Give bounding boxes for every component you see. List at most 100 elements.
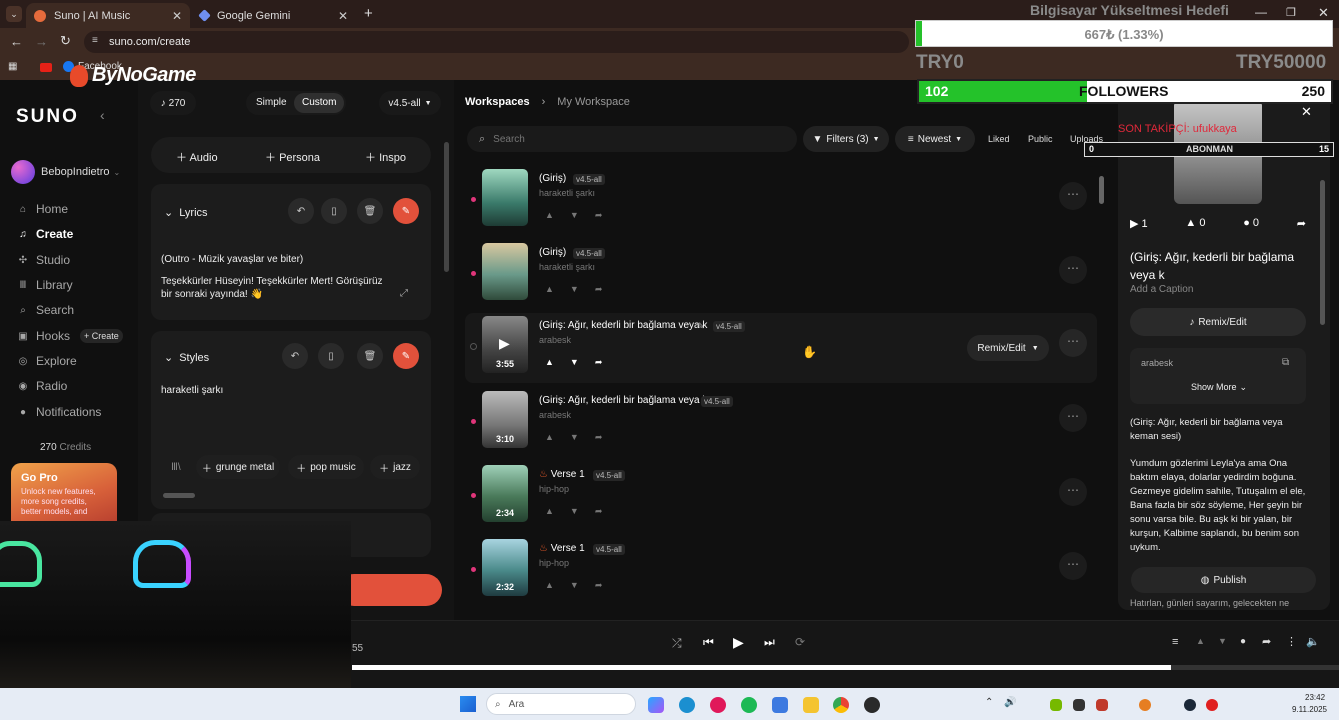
minimize-icon[interactable]: — [1255, 5, 1267, 19]
collapse-sidebar-icon[interactable]: ‹ [100, 107, 105, 123]
thumbs-up-icon[interactable]: ▲ [545, 580, 570, 590]
song-title[interactable]: (Giriş: Ağır, kederli bir bağlama veya k [539, 395, 707, 406]
close-tab-icon[interactable]: ✕ [338, 9, 348, 23]
thumbs-down-icon[interactable]: ▼ [570, 210, 595, 220]
likes-stat[interactable]: ▲ 0 [1185, 217, 1205, 235]
close-detail-icon[interactable]: ✕ [1301, 104, 1312, 120]
apps-icon[interactable]: ▦ [8, 61, 17, 72]
list-scrollbar[interactable] [1099, 176, 1104, 204]
taskbar-search[interactable]: ⌕ Ara [486, 693, 636, 715]
thumbs-up-icon[interactable]: ▲ [545, 357, 570, 367]
tab-gemini[interactable]: Google Gemini ✕ [192, 3, 356, 28]
song-genre[interactable]: hip-hop [539, 484, 569, 494]
breadcrumb-current[interactable]: My Workspace [557, 96, 630, 108]
copy-button[interactable]: ▯ [321, 198, 347, 224]
list-item[interactable]: (Giriş) v4.5-all haraketli şarkı ▲▼➦ ⋯ [465, 240, 1097, 310]
maximize-icon[interactable]: ❐ [1286, 6, 1296, 19]
next-icon[interactable]: ⏭ [764, 635, 775, 650]
youtube-bookmark-icon[interactable] [40, 63, 52, 72]
delete-button[interactable]: 🗑 [357, 343, 383, 369]
create-button[interactable] [338, 574, 442, 606]
comments-stat[interactable]: ● 0 [1243, 217, 1259, 235]
magic-wand-button[interactable]: ✎ [393, 198, 419, 224]
start-icon[interactable] [460, 696, 476, 712]
mode-custom-button[interactable]: Custom [294, 93, 345, 113]
back-icon[interactable]: ← [10, 34, 23, 49]
song-cover[interactable] [482, 243, 528, 300]
sidebar-item-hooks[interactable]: ▣ Hooks + Create [18, 329, 123, 343]
hooks-create-button[interactable]: + Create [80, 329, 123, 343]
styles-toggle[interactable]: ⌄ Styles [164, 351, 209, 364]
sidebar-item-radio[interactable]: ◉ Radio [18, 379, 68, 393]
thumbs-down-icon[interactable]: ▼ [570, 432, 595, 442]
horizontal-scrollbar[interactable] [163, 493, 195, 498]
thumbs-up-icon[interactable]: ▲ [1196, 636, 1205, 646]
share-icon[interactable]: ➦ [595, 506, 619, 516]
tray-app-icon[interactable] [1096, 699, 1108, 711]
add-persona-button[interactable]: ＋ Persona [265, 149, 320, 165]
play-icon[interactable]: ▶ [499, 335, 510, 352]
share-icon[interactable]: ➦ [595, 284, 619, 294]
lyrics-text[interactable]: (Outro - Müzik yavaşlar ve biter) Teşekk… [161, 253, 386, 301]
more-options-button[interactable]: ⋯ [1059, 256, 1087, 284]
share-icon[interactable]: ➦ [595, 580, 619, 590]
repeat-icon[interactable]: ⟳ [795, 635, 805, 649]
chrome-icon[interactable] [833, 697, 849, 713]
filters-button[interactable]: ▼ Filters (3) ▼ [803, 126, 889, 152]
queue-icon[interactable]: ≡ [1172, 636, 1178, 648]
obs-icon[interactable] [864, 697, 880, 713]
song-cover[interactable] [482, 169, 528, 226]
undo-button[interactable]: ↶ [282, 343, 308, 369]
thumbs-down-icon[interactable]: ▼ [570, 506, 595, 516]
remix-edit-button[interactable]: Remix/Edit ▼ [967, 335, 1049, 361]
reload-icon[interactable]: ↻ [60, 33, 71, 49]
mode-simple-button[interactable]: Simple [256, 97, 287, 108]
list-item[interactable]: 2:34 ♨ Verse 1 v4.5-all hip-hop ▲▼➦ ⋯ [465, 462, 1097, 532]
styles-text[interactable]: haraketli şarkı [161, 385, 223, 396]
thumbs-down-icon[interactable]: ▼ [570, 580, 595, 590]
song-genre[interactable]: hip-hop [539, 558, 569, 568]
comment-icon[interactable]: ● [1240, 636, 1246, 647]
go-pro-card[interactable]: Go Pro Unlock new features, more song cr… [11, 463, 117, 523]
thumbs-up-icon[interactable]: ▲ [545, 210, 570, 220]
copy-button[interactable]: ▯ [318, 343, 344, 369]
song-genre[interactable]: arabesk [539, 335, 571, 345]
share-icon[interactable]: ➦ [595, 210, 619, 220]
steam-icon[interactable] [1184, 699, 1196, 711]
list-item[interactable]: 2:32 ♨ Verse 1 v4.5-all hip-hop ▲▼➦ ⋯ [465, 536, 1097, 606]
model-selector[interactable]: v4.5-all ▼ [379, 91, 441, 115]
song-title[interactable]: (Giriş) [539, 173, 566, 184]
song-title[interactable]: (Giriş: Ağır, kederli bir bağlama veya k [539, 320, 707, 331]
spotify-icon[interactable] [741, 697, 757, 713]
show-more-button[interactable]: Show More ⌄ [1191, 382, 1247, 393]
close-window-icon[interactable]: ✕ [1318, 5, 1329, 21]
copilot-icon[interactable] [648, 697, 664, 713]
thumbs-down-icon[interactable]: ▼ [570, 284, 595, 294]
user-profile[interactable]: BebopIndietro ⌄ [11, 160, 120, 184]
detail-remix-button[interactable]: ♪ Remix/Edit [1130, 308, 1306, 336]
share-icon[interactable]: ➦ [1297, 217, 1306, 235]
public-filter[interactable]: Public [1028, 134, 1053, 144]
song-title[interactable]: ♨ Verse 1 [539, 543, 585, 554]
song-title[interactable]: (Giriş) [539, 247, 566, 258]
list-item[interactable]: (Giriş) v4.5-all haraketli şarkı ▲▼➦ ⋯ [465, 166, 1097, 236]
vertical-scrollbar[interactable] [444, 142, 449, 272]
thumbs-up-icon[interactable]: ▲ [545, 432, 570, 442]
thumbs-up-icon[interactable]: ▲ [545, 284, 570, 294]
detail-scrollbar[interactable] [1320, 180, 1325, 325]
expand-icon[interactable]: ⤢ [400, 288, 408, 299]
add-inspo-button[interactable]: ＋ Inspo [365, 149, 406, 165]
media-icon[interactable] [710, 697, 726, 713]
share-icon[interactable]: ➦ [595, 357, 619, 367]
tab-suno[interactable]: Suno | AI Music ✕ [26, 3, 190, 28]
new-tab-icon[interactable]: + [364, 5, 373, 22]
tag-pop-music[interactable]: ＋ pop music [288, 455, 364, 479]
thumbs-down-icon[interactable]: ▼ [1218, 636, 1227, 646]
play-pause-button[interactable]: ▶ [733, 634, 744, 651]
sidebar-item-create[interactable]: ♫ Create [18, 227, 73, 241]
sidebar-item-studio[interactable]: ✣ Studio [18, 253, 70, 267]
sort-button[interactable]: ≡ Newest ▼ [895, 126, 975, 152]
breadcrumb-root[interactable]: Workspaces [465, 96, 530, 108]
credits-pill[interactable]: ♪ 270 [150, 91, 196, 115]
thumbs-up-icon[interactable]: ▲ [545, 506, 570, 516]
